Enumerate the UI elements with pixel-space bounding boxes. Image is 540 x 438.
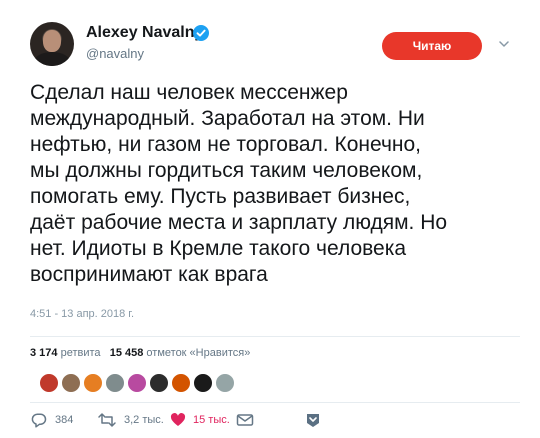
avatar-face (43, 30, 61, 52)
reply-count: 384 (55, 414, 74, 426)
chevron-down-icon[interactable] (497, 37, 511, 51)
retweets-label[interactable]: ретвита (61, 347, 101, 359)
tweet-text-line: воспринимают как врага (30, 263, 268, 286)
likes-label[interactable]: отметок «Нравится» (146, 347, 250, 359)
bookmark-button[interactable] (304, 410, 322, 430)
tweet-text-line: мы должны гордиться таким человеком, (30, 159, 423, 182)
liker-avatar[interactable] (104, 372, 126, 394)
like-count: 15 тыс. (193, 414, 230, 426)
author-avatar[interactable] (30, 22, 74, 66)
divider (30, 336, 520, 337)
retweet-button[interactable]: 3,2 тыс. (97, 410, 164, 430)
liker-avatar[interactable] (192, 372, 214, 394)
verified-badge-icon (193, 25, 209, 41)
follow-button-label: Читаю (412, 39, 452, 53)
tweet-stats: 3 174 ретвита 15 458 отметок «Нравится» (30, 347, 250, 359)
tweet-text: Сделал наш человек мессенжер международн… (30, 80, 520, 288)
author-name[interactable]: Alexey Navalny (86, 24, 203, 42)
likes-count[interactable]: 15 458 (110, 347, 144, 359)
tweet-text-line: нет. Идиоты в Кремле такого человека (30, 237, 407, 260)
retweets-count[interactable]: 3 174 (30, 347, 58, 359)
retweet-count: 3,2 тыс. (124, 414, 164, 426)
liker-avatar[interactable] (82, 372, 104, 394)
avatar-body (34, 52, 70, 66)
follow-button[interactable]: Читаю (382, 32, 482, 60)
tweet-text-line: нефтью, ни газом не торговал. Конечно, (30, 133, 422, 156)
envelope-icon (236, 414, 254, 426)
bookmark-icon (307, 414, 319, 427)
liker-avatar[interactable] (38, 372, 60, 394)
author-handle[interactable]: @navalny (86, 46, 144, 61)
heart-icon (170, 413, 186, 426)
like-button[interactable]: 15 тыс. (170, 410, 230, 430)
liker-avatar[interactable] (148, 372, 170, 394)
tweet-text-line: помогать ему. Пусть развивает бизнес, (30, 185, 411, 208)
tweet-text-line: международный. Заработал на этом. Ни (30, 107, 425, 130)
direct-message-button[interactable] (236, 410, 254, 430)
liker-avatar[interactable] (214, 372, 236, 394)
tweet-text-line: Сделал наш человек мессенжер (30, 81, 348, 104)
liker-avatar[interactable] (126, 372, 148, 394)
tweet-card: Alexey Navalny @navalny Читаю Сделал наш… (0, 0, 540, 438)
liker-avatar[interactable] (170, 372, 192, 394)
reply-icon (31, 413, 47, 428)
divider (30, 402, 520, 403)
liker-avatar[interactable] (60, 372, 82, 394)
retweet-icon (98, 413, 116, 427)
tweet-text-line: даёт рабочие места и зарплату людям. Но (30, 211, 448, 234)
reply-button[interactable]: 384 (30, 410, 73, 430)
tweet-timestamp[interactable]: 4:51 - 13 апр. 2018 г. (30, 308, 134, 320)
